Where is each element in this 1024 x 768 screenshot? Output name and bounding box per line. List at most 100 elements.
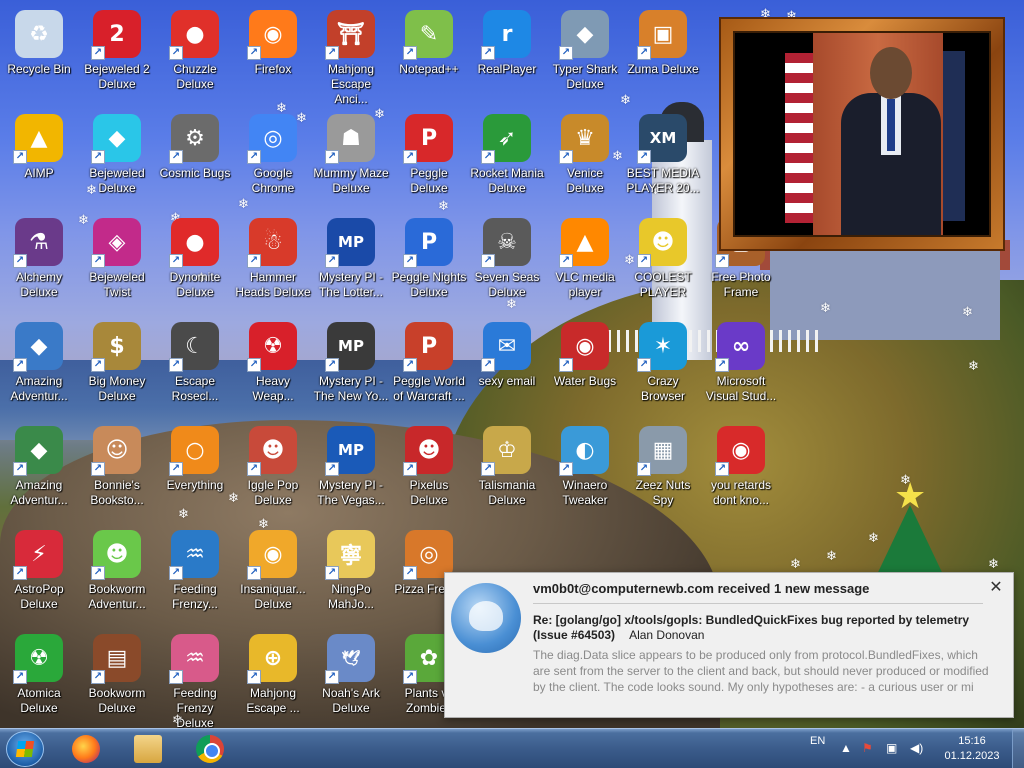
desktop-icon[interactable]: ⛩ ↗ Mahjong Escape Anci... xyxy=(312,6,390,106)
shortcut-arrow-icon: ↗ xyxy=(481,46,495,60)
mail-notification[interactable]: vm0b0t@computernewb.com received 1 new m… xyxy=(444,572,1014,718)
desktop-icon-label: Mahjong Escape Anci... xyxy=(327,62,375,106)
notification-subject[interactable]: Re: [golang/go] x/tools/gopls: BundledQu… xyxy=(533,613,993,643)
start-button[interactable] xyxy=(6,731,44,767)
desktop-icon[interactable]: ◉ ↗ Firefox xyxy=(234,6,312,106)
desktop-icon[interactable]: ✉ ↗ sexy email xyxy=(468,318,546,418)
vlc-icon: ▲ ↗ xyxy=(559,218,609,268)
explorer-taskbar-button[interactable] xyxy=(120,731,176,767)
desktop-icon[interactable]: ✎ ↗ Notepad++ xyxy=(390,6,468,106)
network-icon[interactable]: ▣ xyxy=(886,741,897,755)
desktop-icon[interactable]: ♒ ↗ Feeding Frenzy... xyxy=(156,526,234,626)
hammer-heads-icon: ☃ ↗ xyxy=(247,218,297,268)
desktop-icon[interactable]: 🕊 ↗ Noah's Ark Deluxe xyxy=(312,630,390,730)
desktop-icon-label: Feeding Frenzy Deluxe xyxy=(173,686,217,730)
escape-rosecliff-icon: ☾ ↗ xyxy=(169,322,219,372)
aimp-icon: ▲ ↗ xyxy=(13,114,63,164)
desktop-icon[interactable]: P ↗ Peggle World of Warcraft ... xyxy=(390,318,468,418)
desktop-icon[interactable]: ✶ ↗ Crazy Browser xyxy=(624,318,702,418)
desktop-icon-label: NingPo MahJo... xyxy=(327,582,375,611)
desktop-icon[interactable]: ◈ ↗ Bejeweled Twist xyxy=(78,214,156,314)
desktop-icon[interactable]: ∞ ↗ Microsoft Visual Stud... xyxy=(702,318,780,418)
firefox-taskbar-button[interactable] xyxy=(58,731,114,767)
photo-frame-widget[interactable] xyxy=(719,17,1005,251)
desktop-icon-label: VLC media player xyxy=(555,270,615,299)
bejeweled-icon: ◆ ↗ xyxy=(91,114,141,164)
recycle-bin-icon: ♻ xyxy=(15,10,63,58)
desktop-icon[interactable]: ▣ ↗ Zuma Deluxe xyxy=(624,6,702,106)
desktop-icon[interactable]: ▤ ↗ Bookworm Deluxe xyxy=(78,630,156,730)
desktop-icon[interactable]: ♔ ↗ Talismania Deluxe xyxy=(468,422,546,522)
presidential-flag-icon xyxy=(943,51,965,221)
desktop-icon[interactable]: ◆ ↗ Bejeweled Deluxe xyxy=(78,110,156,210)
desktop-icon[interactable]: ➶ ↗ Rocket Mania Deluxe xyxy=(468,110,546,210)
shortcut-arrow-icon: ↗ xyxy=(169,670,183,684)
desktop-icon[interactable]: ☾ ↗ Escape Rosecl... xyxy=(156,318,234,418)
show-hidden-icons-icon[interactable]: ▲ xyxy=(840,741,852,755)
desktop-icon[interactable]: MP ↗ Mystery PI - The Vegas... xyxy=(312,422,390,522)
desktop-icon[interactable]: ● ↗ Dynomite Deluxe xyxy=(156,214,234,314)
desktop-icon[interactable]: ⚙ ↗ Cosmic Bugs xyxy=(156,110,234,210)
shortcut-arrow-icon: ↗ xyxy=(559,358,573,372)
action-center-icon[interactable]: ⚑ xyxy=(862,741,873,755)
desktop-icon[interactable]: ♻ Recycle Bin xyxy=(0,6,78,106)
desktop-icon[interactable]: ☢ ↗ Heavy Weap... xyxy=(234,318,312,418)
desktop-icon[interactable]: 寧 ↗ NingPo MahJo... xyxy=(312,526,390,626)
clock[interactable]: 15:16 01.12.2023 xyxy=(940,734,1004,764)
desktop-icon[interactable]: ☻ ↗ COOLEST PLAYER xyxy=(624,214,702,314)
desktop-icon[interactable]: ⚡ ↗ AstroPop Deluxe xyxy=(0,526,78,626)
desktop-icon[interactable]: ☻ ↗ Iggle Pop Deluxe xyxy=(234,422,312,522)
shortcut-arrow-icon: ↗ xyxy=(247,462,261,476)
shortcut-arrow-icon: ↗ xyxy=(325,566,339,580)
desktop-icon[interactable]: ☻ ↗ Pixelus Deluxe xyxy=(390,422,468,522)
show-desktop-button[interactable] xyxy=(1012,729,1024,768)
desktop-icon[interactable]: ☢ ↗ Atomica Deluxe xyxy=(0,630,78,730)
desktop-icon[interactable]: ▲ ↗ AIMP xyxy=(0,110,78,210)
desktop-icon[interactable]: ◉ ↗ Insaniquar... Deluxe xyxy=(234,526,312,626)
language-indicator[interactable]: EN xyxy=(810,735,825,747)
chrome-taskbar-button[interactable] xyxy=(182,731,238,767)
desktop-icon[interactable]: ☃ ↗ Hammer Heads Deluxe xyxy=(234,214,312,314)
desktop-icon[interactable]: ◉ ↗ you retards dont kno... xyxy=(702,422,780,522)
desktop-icon[interactable]: ☺ ↗ Bonnie's Booksto... xyxy=(78,422,156,522)
folder-icon xyxy=(134,735,162,763)
desktop-icon[interactable]: XM ↗ BEST MEDIA PLAYER 20... xyxy=(624,110,702,210)
desktop-icon[interactable]: ⚗ ↗ Alchemy Deluxe xyxy=(0,214,78,314)
shortcut-arrow-icon: ↗ xyxy=(637,46,651,60)
shortcut-arrow-icon: ↗ xyxy=(247,46,261,60)
desktop-icon[interactable]: P ↗ Peggle Deluxe xyxy=(390,110,468,210)
seven-seas-icon: ☠ ↗ xyxy=(481,218,531,268)
desktop-icon[interactable]: ☻ ↗ Bookworm Adventur... xyxy=(78,526,156,626)
desktop-icon[interactable]: MP ↗ Mystery PI - The Lotter... xyxy=(312,214,390,314)
desktop-icon[interactable]: ▲ ↗ VLC media player xyxy=(546,214,624,314)
desktop-icon[interactable]: ☠ ↗ Seven Seas Deluxe xyxy=(468,214,546,314)
desktop-icon[interactable]: ▦ ↗ Zeez Nuts Spy xyxy=(624,422,702,522)
desktop-icon[interactable]: $ ↗ Big Money Deluxe xyxy=(78,318,156,418)
desktop-icon[interactable]: ⊕ ↗ Mahjong Escape ... xyxy=(234,630,312,730)
desktop-icon[interactable]: ♛ ↗ Venice Deluxe xyxy=(546,110,624,210)
desktop-icon[interactable]: ● ↗ Chuzzle Deluxe xyxy=(156,6,234,106)
volume-icon[interactable]: ◀) xyxy=(910,741,923,755)
desktop-icon[interactable]: MP ↗ Mystery PI - The New Yo... xyxy=(312,318,390,418)
desktop-icon[interactable]: ☗ ↗ Mummy Maze Deluxe xyxy=(312,110,390,210)
desktop-icon[interactable]: ◆ ↗ Amazing Adventur... xyxy=(0,422,78,522)
coolest-player-icon: ☻ ↗ xyxy=(637,218,687,268)
shortcut-arrow-icon: ↗ xyxy=(325,670,339,684)
chuzzle-icon: ● ↗ xyxy=(169,10,219,60)
desktop-icon[interactable]: ◎ ↗ Google Chrome xyxy=(234,110,312,210)
shortcut-arrow-icon: ↗ xyxy=(325,462,339,476)
shortcut-arrow-icon: ↗ xyxy=(403,46,417,60)
shortcut-arrow-icon: ↗ xyxy=(91,462,105,476)
desktop-icon[interactable]: r ↗ RealPlayer xyxy=(468,6,546,106)
desktop-icon[interactable]: ♒ ↗ Feeding Frenzy Deluxe xyxy=(156,630,234,730)
close-icon[interactable]: ✕ xyxy=(987,579,1005,597)
typer-shark-icon: ◆ ↗ xyxy=(559,10,609,60)
desktop-icon[interactable]: 2 ↗ Bejeweled 2 Deluxe xyxy=(78,6,156,106)
desktop-icon[interactable]: ◆ ↗ Typer Shark Deluxe xyxy=(546,6,624,106)
desktop-icon[interactable]: ◆ ↗ Amazing Adventur... xyxy=(0,318,78,418)
desktop-icon[interactable]: ◉ ↗ Water Bugs xyxy=(546,318,624,418)
desktop-icon[interactable]: ◐ ↗ Winaero Tweaker xyxy=(546,422,624,522)
notification-preview[interactable]: The diag.Data slice appears to be produc… xyxy=(533,647,993,695)
desktop-icon[interactable]: ○ ↗ Everything xyxy=(156,422,234,522)
desktop-icon[interactable]: P ↗ Peggle Nights Deluxe xyxy=(390,214,468,314)
